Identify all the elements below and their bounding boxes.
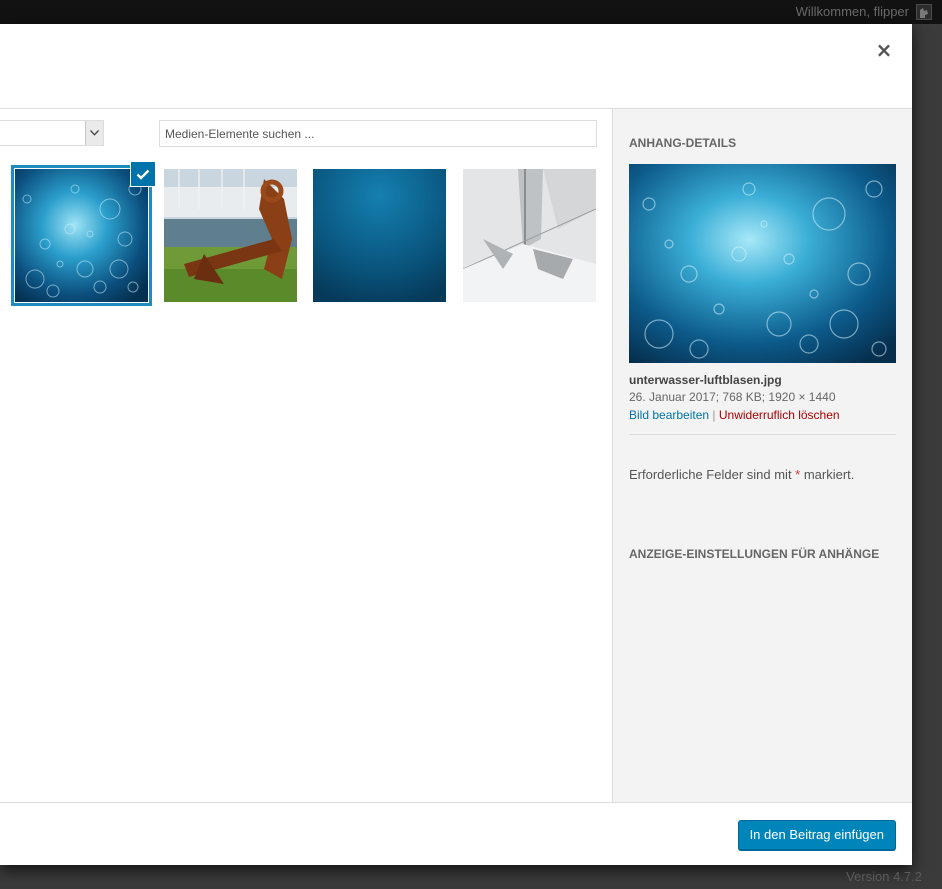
modal-header: × (0, 24, 912, 109)
thumbnail-image (313, 169, 446, 302)
edit-image-link[interactable]: Bild bearbeiten (629, 408, 709, 422)
thumbnail-image (164, 169, 297, 302)
required-prefix: Erforderliche Felder sind mit (629, 467, 796, 482)
welcome-text[interactable]: Willkommen, flipper (796, 4, 909, 20)
attachment-preview (629, 164, 896, 363)
required-suffix: markiert. (800, 467, 855, 482)
close-button[interactable]: × (872, 38, 896, 62)
delete-permanently-link[interactable]: Unwiderruflich löschen (719, 408, 840, 422)
media-thumbnail-segelboot[interactable] (463, 169, 596, 302)
search-input[interactable] (159, 120, 597, 147)
actions-separator: | (709, 408, 719, 422)
insert-into-post-button[interactable]: In den Beitrag einfügen (737, 820, 896, 850)
attachment-filename: unterwasser-luftblasen.jpg (629, 373, 782, 387)
modal-footer: In den Beitrag einfügen (0, 802, 912, 865)
required-fields-note: Erforderliche Felder sind mit * markiert… (629, 467, 854, 482)
avatar-icon (917, 6, 931, 19)
checkmark-icon (136, 169, 150, 180)
media-thumbnail-meer[interactable] (313, 169, 446, 302)
attachment-details-heading: ANHANG-DETAILS (629, 136, 737, 150)
avatar[interactable] (916, 4, 932, 20)
sidebar-divider (629, 434, 896, 435)
selected-checkmark[interactable] (131, 162, 155, 186)
close-icon: × (875, 38, 893, 62)
media-filter-select[interactable] (0, 120, 104, 146)
thumbnail-image (15, 169, 148, 302)
attachment-actions: Bild bearbeiten | Unwiderruflich löschen (629, 408, 840, 422)
display-settings-heading: ANZEIGE-EINSTELLUNGEN FÜR ANHÄNGE (629, 547, 880, 561)
media-thumbnail-unterwasser[interactable] (15, 162, 155, 302)
media-thumbnail-anker[interactable] (164, 169, 297, 302)
chevron-down-icon[interactable] (85, 121, 103, 145)
attachment-meta: 26. Januar 2017; 768 KB; 1920 × 1440 (629, 390, 836, 404)
wp-version: Version 4.7.2 (846, 869, 922, 884)
media-modal: × Medien-Elemente suchen ... ANHANG-DETA… (0, 24, 912, 865)
admin-bar: Willkommen, flipper (0, 0, 942, 24)
thumbnail-image (463, 169, 596, 302)
attachment-details-sidebar: ANHANG-DETAILS unterwasser-luftblasen.jp… (612, 109, 912, 802)
preview-image (629, 164, 896, 363)
